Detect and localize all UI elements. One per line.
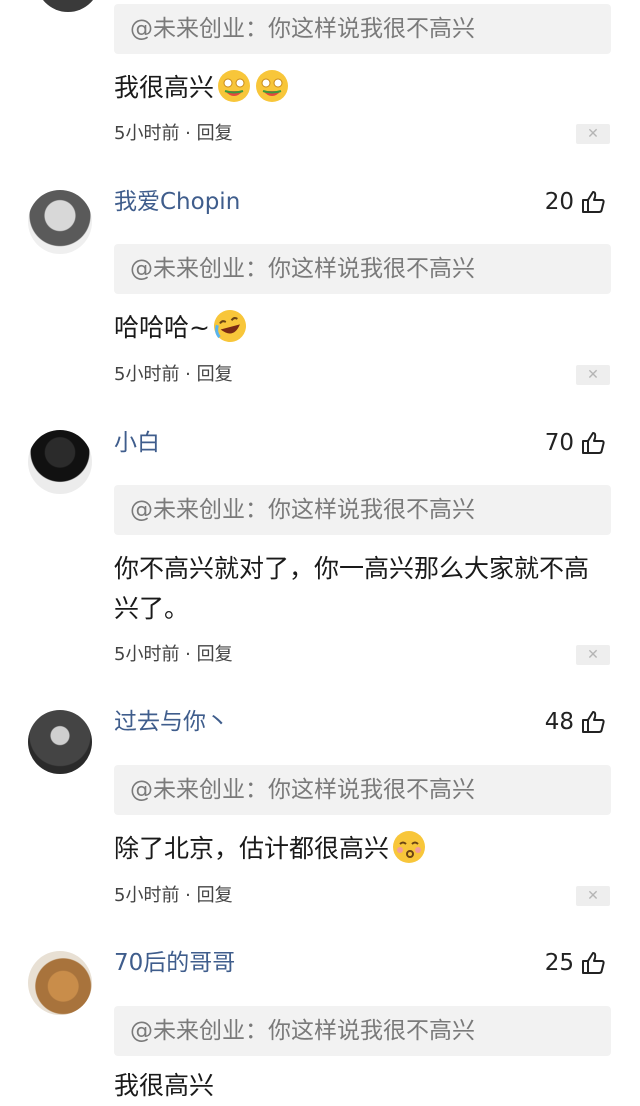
username[interactable]: 小白 xyxy=(114,428,160,458)
comment-text: 除了北京，估计都很高兴 xyxy=(114,829,614,869)
timestamp: 5小时前 xyxy=(114,644,180,665)
thumbs-up-icon xyxy=(582,952,605,974)
comment-text-content: 我很高兴 xyxy=(114,73,215,102)
reply-button[interactable]: 回复 xyxy=(197,644,233,665)
username[interactable]: 我爱Chopin xyxy=(114,187,240,217)
watermelon-face-icon xyxy=(256,70,289,102)
comment-meta: 5小时前 · 回复 xyxy=(114,364,233,385)
comment-text: 我很高兴 xyxy=(114,68,614,108)
quoted-reply: @未来创业：你这样说我很不高兴 xyxy=(114,485,611,535)
timestamp: 5小时前 xyxy=(114,885,180,906)
username[interactable]: 70后的哥哥 xyxy=(114,948,235,978)
thumbs-up-icon xyxy=(582,711,605,733)
quoted-reply: @未来创业：你这样说我很不高兴 xyxy=(114,4,611,54)
like-count[interactable]: 48 xyxy=(545,707,606,737)
dismiss-button[interactable]: ✕ xyxy=(576,645,610,665)
comment-meta: 5小时前 · 回复 xyxy=(114,123,233,144)
dismiss-button[interactable]: ✕ xyxy=(576,124,610,144)
like-number: 20 xyxy=(544,189,574,215)
timestamp: 5小时前 xyxy=(114,123,180,144)
comment-text-content: 我很高兴 xyxy=(114,1071,215,1100)
comment-text: 你不高兴就对了，你一高兴那么大家就不高兴了。 xyxy=(114,549,604,629)
close-icon: ✕ xyxy=(587,647,599,663)
avatar[interactable] xyxy=(28,190,92,254)
quoted-reply: @未来创业：你这样说我很不高兴 xyxy=(114,1006,611,1056)
avatar[interactable] xyxy=(28,430,92,494)
dismiss-button[interactable]: ✕ xyxy=(576,886,610,906)
reply-button[interactable]: 回复 xyxy=(197,123,233,144)
like-count[interactable]: 25 xyxy=(545,948,606,978)
laugh-cry-icon xyxy=(213,310,246,342)
like-count[interactable]: 70 xyxy=(545,428,606,458)
comment-text-content: 哈哈哈~ xyxy=(114,313,210,342)
timestamp: 5小时前 xyxy=(114,364,180,385)
avatar[interactable] xyxy=(28,710,92,774)
avatar[interactable] xyxy=(36,0,100,12)
dismiss-button[interactable]: ✕ xyxy=(576,365,610,385)
like-number: 48 xyxy=(544,709,574,735)
quoted-reply: @未来创业：你这样说我很不高兴 xyxy=(114,765,611,815)
comment-text: 哈哈哈~ xyxy=(114,308,614,348)
close-icon: ✕ xyxy=(587,888,599,904)
like-count[interactable]: 20 xyxy=(545,187,606,217)
like-number: 70 xyxy=(544,430,574,456)
close-icon: ✕ xyxy=(587,367,599,383)
reply-button[interactable]: 回复 xyxy=(197,885,233,906)
comment-text: 我很高兴 xyxy=(114,1066,614,1106)
comment-meta: 5小时前 · 回复 xyxy=(114,644,233,665)
thumbs-up-icon xyxy=(582,432,605,454)
like-number: 25 xyxy=(544,950,574,976)
avatar[interactable] xyxy=(28,951,92,1015)
kiss-face-icon xyxy=(393,831,426,863)
thumbs-up-icon xyxy=(582,191,605,213)
quoted-reply: @未来创业：你这样说我很不高兴 xyxy=(114,244,611,294)
username[interactable]: 过去与你丶 xyxy=(114,707,229,737)
comment-meta: 5小时前 · 回复 xyxy=(114,885,233,906)
reply-button[interactable]: 回复 xyxy=(197,364,233,385)
comment-text-content: 除了北京，估计都很高兴 xyxy=(114,834,390,863)
close-icon: ✕ xyxy=(587,126,599,142)
watermelon-face-icon xyxy=(218,70,251,102)
comment-text-content: 你不高兴就对了，你一高兴那么大家就不高兴了。 xyxy=(114,554,590,623)
